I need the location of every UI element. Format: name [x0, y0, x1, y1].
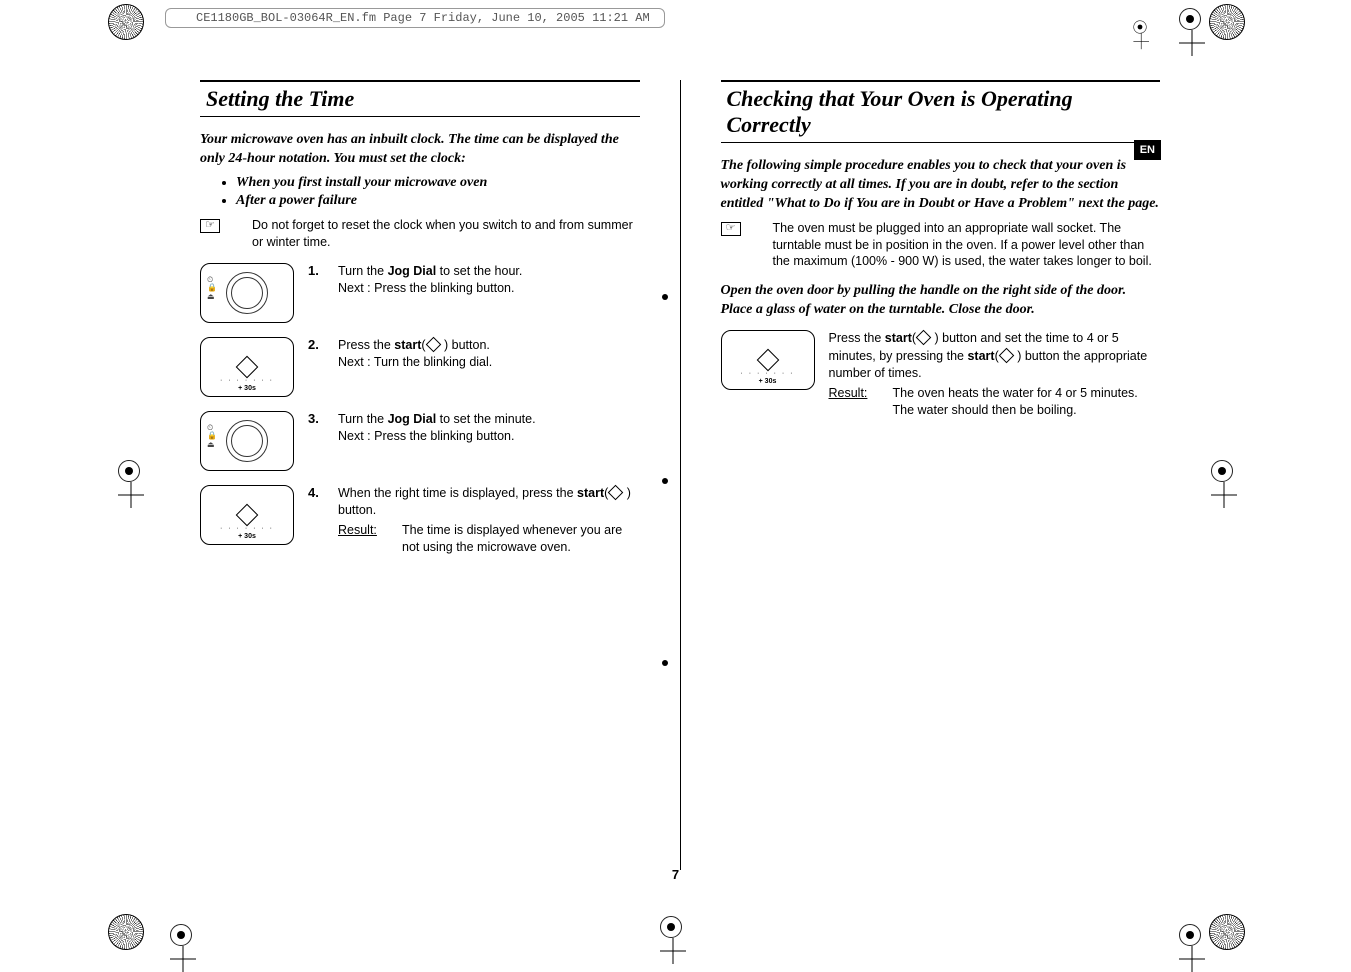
registration-starburst: [108, 914, 144, 950]
registration-mark: [1133, 20, 1146, 33]
step-number: 2.: [308, 337, 324, 352]
step-text-bold: start: [885, 331, 912, 345]
section-title-right: Checking that Your Oven is Operating Cor…: [721, 80, 1161, 143]
plus-30s-label: + 30s: [722, 378, 814, 385]
step-illustration-dial: ⏲🔒⏏: [200, 411, 294, 471]
note-row: ☞ Do not forget to reset the clock when …: [200, 217, 640, 251]
gutter-dot: [662, 478, 668, 484]
registration-mark: [1179, 8, 1201, 30]
left-column: Setting the Time Your microwave oven has…: [200, 80, 640, 870]
dial-side-icons: ⏲🔒⏏: [207, 276, 217, 302]
step-text-bold: start: [577, 486, 604, 500]
column-divider: [680, 80, 681, 870]
step-illustration-start: · · · · · · · + 30s: [200, 337, 294, 397]
registration-mark: [170, 924, 192, 946]
note-row: ☞ The oven must be plugged into an appro…: [721, 220, 1161, 271]
step-body: When the right time is displayed, press …: [338, 485, 640, 557]
illus-dots: · · · · · · ·: [722, 370, 814, 377]
registration-mark: [1211, 460, 1233, 482]
page-header-meta: CE1180GB_BOL-03064R_EN.fm Page 7 Friday,…: [165, 8, 665, 28]
step-text-bold: Jog Dial: [388, 412, 437, 426]
step-text: Next : Turn the blinking dial.: [338, 355, 492, 369]
step-illustration-dial: ⏲🔒⏏: [200, 263, 294, 323]
gutter-dot: [662, 660, 668, 666]
step-illustration-start: · · · · · · · + 30s: [721, 330, 815, 390]
step-text: Turn the: [338, 264, 388, 278]
bullet-item: When you first install your microwave ov…: [236, 175, 640, 191]
intro-bullets: When you first install your microwave ov…: [236, 175, 640, 209]
step-body: Turn the Jog Dial to set the hour. Next …: [338, 263, 640, 298]
step-number: 4.: [308, 485, 324, 500]
note-text: Do not forget to reset the clock when yo…: [236, 217, 640, 251]
gutter-dot: [662, 294, 668, 300]
note-icon: ☞: [200, 219, 220, 233]
step-body: Press the start( ) button and set the ti…: [829, 330, 1161, 420]
step-body: Turn the Jog Dial to set the minute. Nex…: [338, 411, 640, 446]
registration-starburst: [1209, 4, 1245, 40]
intro-text-left: Your microwave oven has an inbuilt clock…: [200, 131, 640, 169]
start-diamond-icon: [916, 330, 932, 346]
note-icon: ☞: [721, 222, 741, 236]
bullet-item: After a power failure: [236, 193, 640, 209]
step-text: to set the minute.: [436, 412, 535, 426]
step-text: Next : Press the blinking button.: [338, 281, 514, 295]
step-text: ) button.: [441, 338, 490, 352]
registration-mark: [1179, 924, 1201, 946]
start-diamond-icon: [998, 347, 1014, 363]
step-number: 1.: [308, 263, 324, 278]
plus-30s-label: + 30s: [201, 533, 293, 540]
step-text-bold: start: [394, 338, 421, 352]
registration-starburst: [108, 4, 144, 40]
step-text: to set the hour.: [436, 264, 522, 278]
section-title-left: Setting the Time: [200, 80, 640, 117]
result-text: The oven heats the water for 4 or 5 minu…: [893, 385, 1161, 420]
intro-text-right: The following simple procedure enables y…: [721, 157, 1161, 214]
step-row: ⏲🔒⏏ 1. Turn the Jog Dial to set the hour…: [200, 263, 640, 323]
step-text: Next : Press the blinking button.: [338, 429, 514, 443]
page-number: 7: [672, 867, 679, 882]
step-row: · · · · · · · + 30s 2. Press the start( …: [200, 337, 640, 397]
start-diamond-icon: [236, 503, 259, 526]
dial-side-icons: ⏲🔒⏏: [207, 424, 217, 450]
right-column: Checking that Your Oven is Operating Cor…: [721, 80, 1161, 870]
note-text: The oven must be plugged into an appropr…: [757, 220, 1161, 271]
step-text: Turn the: [338, 412, 388, 426]
step-illustration-start: · · · · · · · + 30s: [200, 485, 294, 545]
illus-dots: · · · · · · ·: [201, 377, 293, 384]
registration-mark: [660, 916, 682, 938]
result-label: Result:: [338, 522, 392, 557]
start-diamond-icon: [756, 349, 779, 372]
step-body: Press the start( ) button. Next : Turn t…: [338, 337, 640, 372]
start-diamond-icon: [608, 484, 624, 500]
instruction-text: Open the oven door by pulling the handle…: [721, 282, 1161, 320]
step-row: · · · · · · · + 30s 4. When the right ti…: [200, 485, 640, 557]
registration-mark: [118, 460, 140, 482]
step-text-bold: start: [967, 349, 994, 363]
registration-starburst: [1209, 914, 1245, 950]
step-text: When the right time is displayed, press …: [338, 486, 577, 500]
step-text-bold: Jog Dial: [388, 264, 437, 278]
result-text: The time is displayed whenever you are n…: [402, 522, 640, 557]
result-label: Result:: [829, 385, 883, 420]
plus-30s-label: + 30s: [201, 385, 293, 392]
step-row: ⏲🔒⏏ 3. Turn the Jog Dial to set the minu…: [200, 411, 640, 471]
start-diamond-icon: [236, 355, 259, 378]
step-row: · · · · · · · + 30s Press the start( ) b…: [721, 330, 1161, 420]
illus-dots: · · · · · · ·: [201, 525, 293, 532]
start-diamond-icon: [425, 336, 441, 352]
step-number: 3.: [308, 411, 324, 426]
step-text: Press the: [829, 331, 885, 345]
step-text: Press the: [338, 338, 394, 352]
